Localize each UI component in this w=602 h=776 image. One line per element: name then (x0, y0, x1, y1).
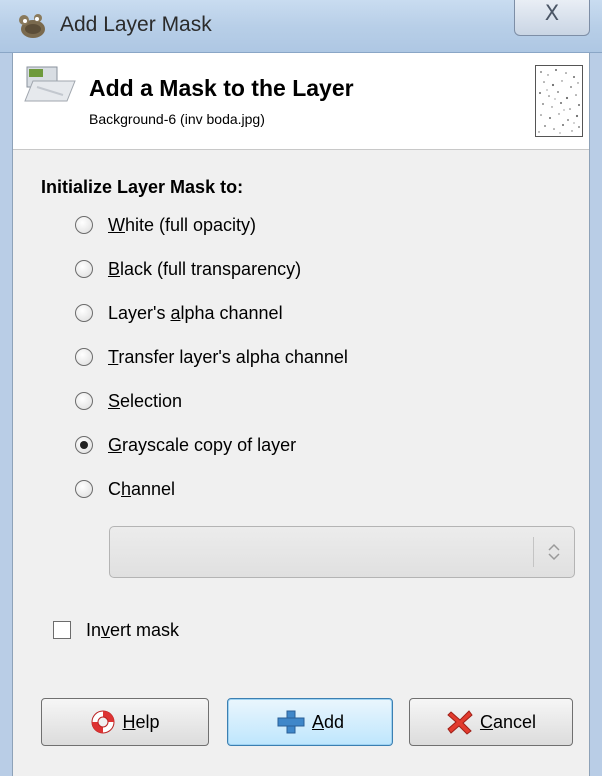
radio-option-alpha-channel[interactable]: Layer's alpha channel (75, 298, 283, 328)
header-subtitle: Background-6 (inv boda.jpg) (89, 111, 265, 127)
add-button-label: Add (311, 711, 345, 732)
gimp-app-icon (19, 14, 45, 38)
radio-label: Transfer layer's alpha channel (108, 346, 348, 367)
invert-mask-option[interactable]: Invert mask (53, 615, 179, 645)
invert-mask-checkbox[interactable] (53, 621, 71, 639)
radio-button[interactable] (75, 304, 93, 322)
invert-mask-label: Invert mask (86, 619, 180, 640)
chevron-up-down-icon (548, 543, 560, 561)
radio-button[interactable] (75, 260, 93, 278)
channel-select[interactable] (109, 526, 575, 578)
radio-label: Layer's alpha channel (108, 302, 283, 323)
cancel-x-icon (447, 710, 473, 735)
radio-option-channel[interactable]: Channel (75, 474, 175, 504)
dialog-frame: Add a Mask to the Layer Background-6 (in… (0, 53, 602, 776)
radio-button[interactable] (75, 392, 93, 410)
radio-label: Black (full transparency) (108, 258, 302, 279)
dialog-panel: Add a Mask to the Layer Background-6 (in… (12, 53, 590, 776)
radio-button-selected[interactable] (75, 436, 93, 454)
lifebuoy-icon (91, 710, 115, 734)
radio-label: Channel (108, 478, 176, 499)
cancel-button[interactable]: Cancel (409, 698, 573, 746)
window-border-right (590, 53, 602, 776)
layer-preview-thumbnail (535, 65, 583, 137)
radio-button[interactable] (75, 216, 93, 234)
cancel-button-label: Cancel (479, 711, 537, 732)
plus-icon (277, 710, 305, 734)
help-button[interactable]: Help (41, 698, 209, 746)
radio-label: Grayscale copy of layer (108, 434, 297, 455)
dialog-header: Add a Mask to the Layer Background-6 (in… (13, 53, 589, 150)
add-button[interactable]: Add (227, 698, 393, 746)
window-border-left (0, 53, 12, 776)
radio-label: Selection (108, 390, 183, 411)
radio-option-transfer-alpha[interactable]: Transfer layer's alpha channel (75, 342, 348, 372)
title-bar: Add Layer Mask X (0, 0, 602, 53)
header-title: Add a Mask to the Layer (89, 75, 354, 101)
radio-option-selection[interactable]: Selection (75, 386, 182, 416)
combo-separator (533, 537, 534, 567)
radio-option-black[interactable]: Black (full transparency) (75, 254, 301, 284)
window-close-button[interactable]: X (514, 0, 590, 36)
init-mask-section-label: Initialize Layer Mask to: (41, 177, 244, 197)
radio-label: White (full opacity) (108, 214, 257, 235)
radio-button[interactable] (75, 348, 93, 366)
radio-option-white[interactable]: White (full opacity) (75, 210, 256, 240)
close-icon: X (544, 1, 560, 25)
layer-mask-icon (24, 66, 76, 102)
radio-button[interactable] (75, 480, 93, 498)
help-button-label: Help (122, 711, 160, 732)
radio-option-grayscale-copy[interactable]: Grayscale copy of layer (75, 430, 296, 460)
window-title: Add Layer Mask (60, 13, 212, 36)
